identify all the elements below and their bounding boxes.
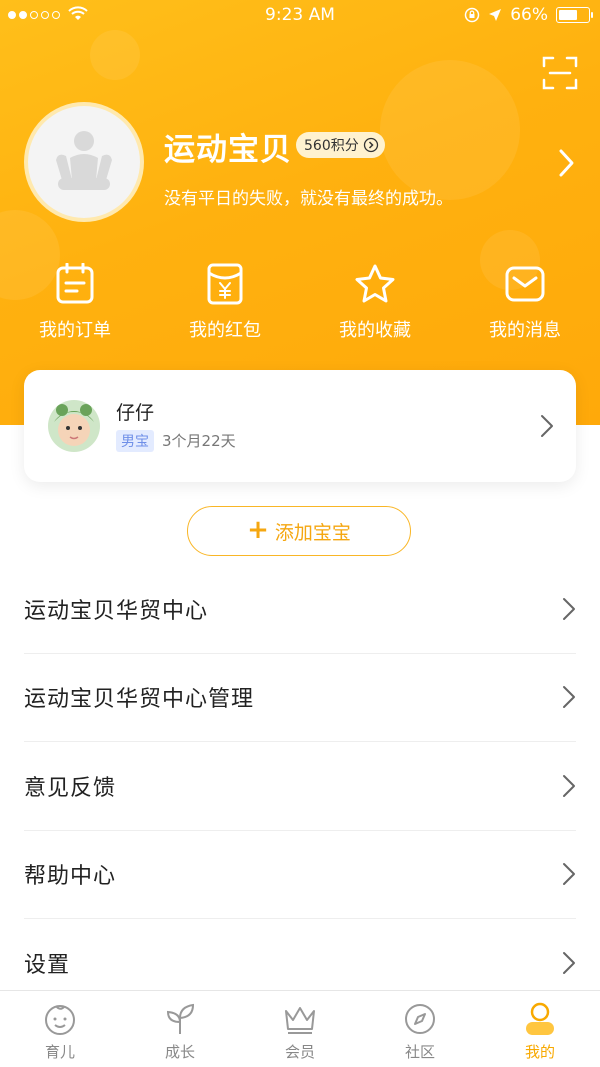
circle-arrow-icon — [363, 137, 378, 153]
add-baby-label: 添加宝宝 — [274, 521, 351, 544]
default-avatar-icon — [56, 131, 112, 190]
chevron-right-icon — [563, 863, 575, 886]
chevron-right-icon — [563, 686, 575, 709]
star-icon — [355, 264, 395, 303]
quick-action-messages[interactable]: 我的消息 — [450, 262, 600, 342]
quick-action-label: 我的订单 — [39, 320, 111, 341]
scan-icon[interactable] — [542, 55, 578, 91]
points-badge[interactable]: 560积分 — [296, 132, 385, 158]
baby-card[interactable]: 仔仔 男宝 3个月22天 — [24, 370, 576, 482]
baby-age: 3个月22天 — [162, 432, 236, 450]
quick-action-favorites[interactable]: 我的收藏 — [300, 262, 450, 342]
message-icon — [505, 266, 545, 302]
tab-membership[interactable]: 会员 — [240, 991, 360, 1067]
menu-item-center[interactable]: 运动宝贝华贸中心 — [24, 565, 576, 654]
chevron-right-icon[interactable] — [558, 148, 576, 178]
avatar[interactable] — [24, 102, 144, 222]
baby-face-icon — [45, 1005, 75, 1035]
menu-item-label: 意见反馈 — [24, 775, 117, 801]
status-bar: 9:23 AM 66% — [0, 0, 600, 32]
profile-motto: 没有平日的失败，就没有最终的成功。 — [164, 189, 453, 209]
add-baby-button[interactable]: + 添加宝宝 — [187, 506, 411, 556]
baby-name: 仔仔 — [116, 402, 155, 424]
location-icon — [489, 9, 502, 21]
menu-item-label: 设置 — [24, 953, 71, 979]
quick-action-label: 我的消息 — [489, 320, 561, 341]
quick-action-orders[interactable]: 我的订单 — [0, 262, 150, 342]
tab-label: 我的 — [524, 1043, 555, 1061]
profile-name: 运动宝贝 — [164, 132, 292, 168]
tab-label: 会员 — [284, 1043, 315, 1061]
compass-icon — [405, 1004, 435, 1034]
menu-item-label: 运动宝贝华贸中心 — [24, 598, 209, 624]
chevron-right-icon — [563, 952, 575, 975]
tab-label: 育儿 — [44, 1043, 75, 1061]
quick-action-red-packet[interactable]: 我的红包 — [150, 262, 300, 342]
tab-label: 社区 — [404, 1043, 435, 1061]
tab-community[interactable]: 社区 — [360, 991, 480, 1067]
tab-bar: 育儿 成长 会员 社区 我的 — [0, 990, 600, 1067]
battery-percent: 66% — [510, 5, 548, 25]
crown-icon — [285, 1007, 315, 1034]
plus-icon: + — [247, 515, 269, 545]
tab-me[interactable]: 我的 — [480, 991, 600, 1067]
order-icon — [56, 263, 94, 304]
chevron-right-icon — [563, 774, 575, 797]
tab-label: 成长 — [164, 1043, 195, 1061]
tab-parenting[interactable]: 育儿 — [0, 991, 120, 1067]
menu-item-label: 帮助中心 — [24, 864, 117, 890]
menu-item-help[interactable]: 帮助中心 — [24, 831, 576, 919]
settings-menu: 运动宝贝华贸中心 运动宝贝华贸中心管理 意见反馈 帮助中心 设置 — [24, 565, 576, 1008]
quick-actions: 我的订单 我的红包 我的收藏 我的消息 — [0, 262, 600, 342]
sprout-icon — [166, 1003, 195, 1034]
person-icon — [526, 1002, 554, 1035]
tab-growth[interactable]: 成长 — [120, 991, 240, 1067]
chevron-right-icon — [541, 415, 553, 437]
menu-item-label: 运动宝贝华贸中心管理 — [24, 687, 255, 713]
menu-item-center-management[interactable]: 运动宝贝华贸中心管理 — [24, 654, 576, 742]
rotation-lock-icon — [464, 7, 480, 23]
quick-action-label: 我的红包 — [189, 320, 261, 341]
menu-item-feedback[interactable]: 意见反馈 — [24, 742, 576, 831]
points-text: 560积分 — [304, 138, 359, 154]
battery-icon — [556, 7, 593, 23]
baby-avatar — [48, 400, 100, 452]
baby-gender-badge: 男宝 — [116, 430, 154, 452]
red-packet-icon — [207, 263, 243, 305]
chevron-right-icon — [563, 597, 575, 620]
quick-action-label: 我的收藏 — [339, 320, 411, 341]
